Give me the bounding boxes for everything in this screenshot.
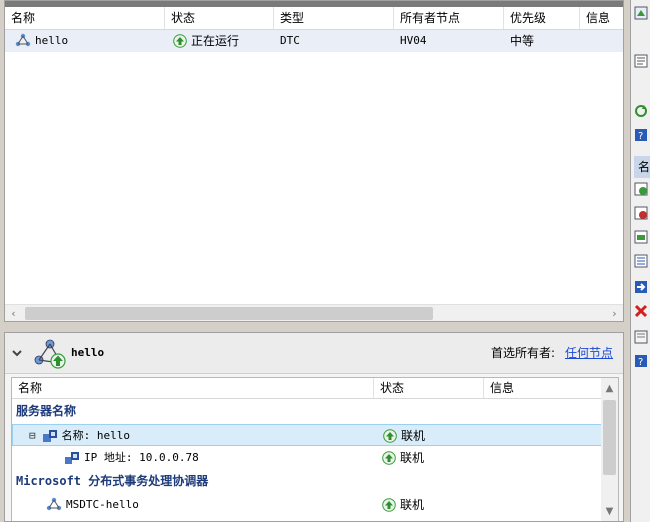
resource-name-cell: IP 地址: 10.0.0.78: [58, 447, 372, 469]
online-up-arrow-icon: [383, 429, 397, 443]
svg-text:?: ?: [638, 357, 643, 368]
scroll-down-arrow[interactable]: ▼: [601, 503, 618, 520]
vertical-scroll-thumb[interactable]: [603, 400, 616, 475]
service-status: 正在运行: [191, 34, 240, 48]
resource-list-header: 名称 状态 信息: [12, 378, 618, 399]
preferred-owner-link[interactable]: 任何节点: [565, 346, 613, 360]
horizontal-scroll-thumb[interactable]: [25, 307, 433, 320]
resource-status: 联机: [400, 498, 425, 512]
service-name: hello: [35, 34, 69, 47]
detail-header: hello 首选所有者: 任何节点: [5, 333, 623, 374]
table-row[interactable]: MSDTC-hello 联机: [12, 494, 604, 516]
clustered-service-large-icon: [34, 339, 66, 369]
table-row[interactable]: IP 地址: 10.0.0.78 联机: [12, 447, 604, 469]
add-storage-icon[interactable]: [634, 230, 648, 244]
online-up-arrow-icon: [382, 451, 396, 465]
properties-icon[interactable]: [634, 54, 648, 68]
take-offline-icon[interactable]: [634, 206, 648, 220]
chevron-down-icon[interactable]: [11, 347, 23, 359]
service-status-cell: 正在运行: [167, 30, 274, 52]
service-owner-node: HV04: [400, 34, 427, 47]
detail-title: hello: [71, 346, 105, 359]
msdtc-service-icon: [46, 497, 62, 511]
scroll-up-arrow[interactable]: ▲: [601, 380, 618, 397]
table-row[interactable]: ⊟ 名称: hello 联机: [12, 424, 604, 446]
scroll-left-arrow[interactable]: ‹: [5, 305, 22, 321]
actions-section-label: 名: [634, 156, 650, 178]
resource-name-cell: MSDTC-hello: [40, 494, 372, 516]
preferred-owner: 首选所有者: 任何节点: [491, 333, 613, 373]
service-detail-panel: hello 首选所有者: 任何节点 名称 状态 信息 服务器名称 ⊟ 名称: he…: [4, 332, 624, 522]
svg-text:?: ?: [638, 131, 643, 142]
resource-status-cell: 联机: [376, 494, 484, 516]
horizontal-scrollbar[interactable]: ‹ ›: [5, 304, 623, 321]
column-header-status[interactable]: 状态: [165, 7, 274, 29]
column-header-name[interactable]: 名称: [5, 7, 165, 29]
table-row[interactable]: hello 正在运行 DTC HV04 中等: [5, 30, 623, 52]
service-priority: 中等: [510, 34, 535, 48]
clustered-service-icon: [15, 33, 31, 47]
column-header-owner-node[interactable]: 所有者节点: [394, 7, 504, 29]
services-list-panel: 名称 状态 类型 所有者节点 优先级 信息 hello 正在运行 DTC HV0…: [4, 0, 624, 322]
resource-column-status[interactable]: 状态: [374, 378, 484, 398]
resource-name-cell: ⊟ 名称: hello: [23, 425, 373, 447]
group-header-msdtc: Microsoft 分布式事务处理协调器: [16, 474, 209, 488]
resource-column-name[interactable]: 名称: [12, 378, 374, 398]
column-header-info[interactable]: 信息: [580, 7, 623, 29]
services-list-header: 名称 状态 类型 所有者节点 优先级 信息: [5, 7, 623, 30]
resource-status-cell: 联机: [377, 425, 485, 447]
resource-add-icon[interactable]: [634, 6, 648, 20]
collapse-icon[interactable]: ⊟: [29, 425, 36, 447]
resource-name: MSDTC-hello: [66, 498, 139, 511]
delete-icon[interactable]: [634, 304, 648, 318]
resource-status: 联机: [400, 451, 425, 465]
actions-pane: ? 名 ?: [630, 0, 650, 522]
bring-online-icon[interactable]: [634, 182, 648, 196]
scroll-right-arrow[interactable]: ›: [606, 305, 623, 321]
column-header-type[interactable]: 类型: [274, 7, 394, 29]
help-icon[interactable]: ?: [634, 128, 648, 142]
column-header-priority[interactable]: 优先级: [504, 7, 580, 29]
resource-column-info[interactable]: 信息: [484, 378, 604, 398]
move-icon[interactable]: [634, 280, 648, 294]
online-up-arrow-icon: [173, 34, 187, 48]
properties2-icon[interactable]: [634, 330, 648, 344]
server-name-icon: [42, 430, 57, 442]
help2-icon[interactable]: ?: [634, 354, 648, 368]
add-resource-icon[interactable]: [634, 254, 648, 268]
service-info: [580, 30, 623, 52]
group-header-server-name: 服务器名称: [16, 404, 77, 418]
resource-list: 名称 状态 信息 服务器名称 ⊟ 名称: hello 联机 IP 地址: 10.…: [11, 377, 619, 521]
resource-name: 名称: hello: [61, 429, 130, 442]
online-up-arrow-icon: [382, 498, 396, 512]
vertical-scrollbar[interactable]: ▲ ▼: [601, 378, 618, 521]
resource-status-cell: 联机: [376, 447, 484, 469]
ip-address-icon: [65, 452, 79, 464]
resource-name: IP 地址: 10.0.0.78: [84, 451, 199, 464]
preferred-owner-label: 首选所有者:: [490, 346, 555, 360]
panel-splitter[interactable]: [4, 322, 624, 332]
service-type: DTC: [280, 34, 300, 47]
resource-status: 联机: [401, 429, 426, 443]
service-name-cell: hello: [9, 30, 165, 52]
refresh-icon[interactable]: [634, 104, 648, 118]
